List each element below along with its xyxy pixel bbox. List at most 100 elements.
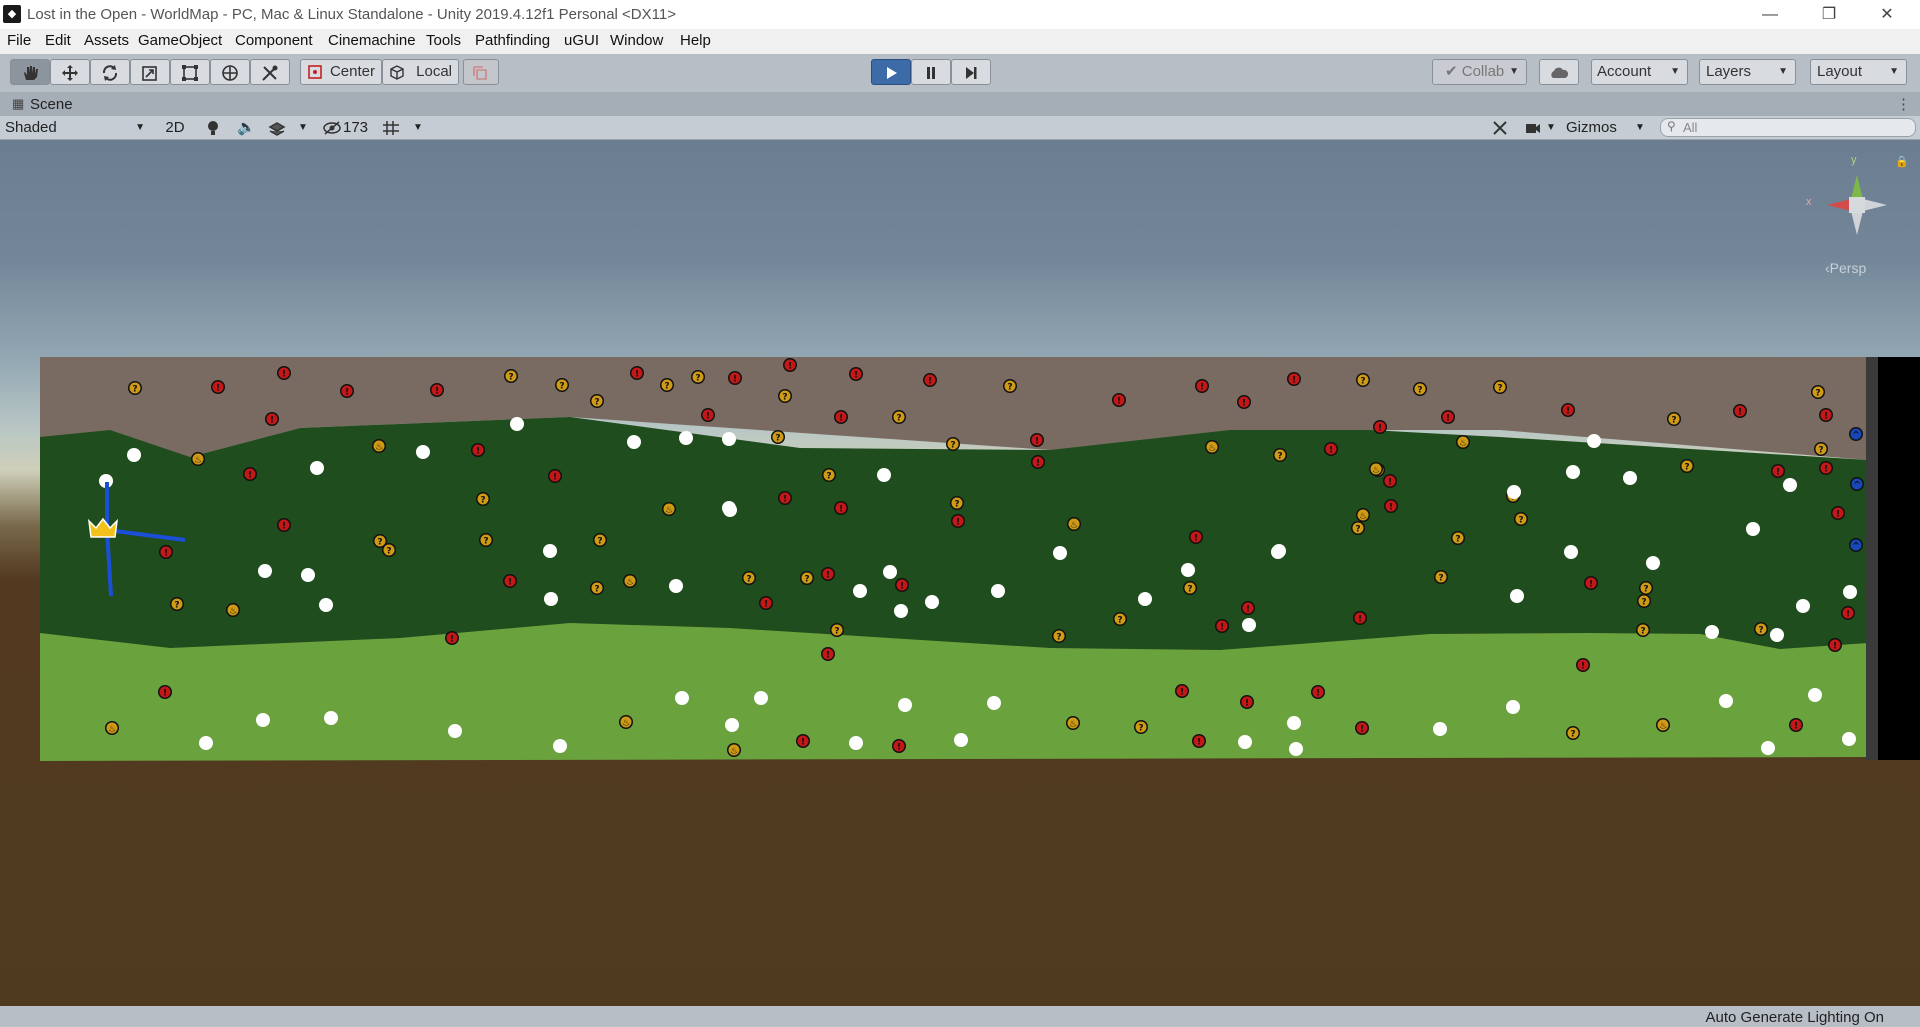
unknown-node[interactable]: ? [1637, 594, 1651, 608]
visited-node[interactable] [256, 713, 270, 727]
visited-node[interactable] [448, 724, 462, 738]
visited-node[interactable] [1433, 722, 1447, 736]
pivot-space-button[interactable]: Local [382, 59, 459, 85]
visited-node[interactable] [1506, 700, 1520, 714]
danger-node[interactable]: ! [1112, 393, 1126, 407]
visited-node[interactable] [1705, 625, 1719, 639]
visited-node[interactable] [849, 736, 863, 750]
visited-node[interactable] [1510, 589, 1524, 603]
danger-node[interactable]: ! [548, 469, 562, 483]
visited-node[interactable] [925, 595, 939, 609]
danger-node[interactable]: ! [1240, 695, 1254, 709]
danger-node[interactable]: ! [1215, 619, 1229, 633]
unknown-node[interactable]: ? [1003, 379, 1017, 393]
rotate-tool-button[interactable] [90, 59, 130, 85]
unknown-node[interactable]: ? [1754, 622, 1768, 636]
visited-node[interactable] [544, 592, 558, 606]
danger-node[interactable]: ! [1241, 601, 1255, 615]
unknown-node[interactable]: ? [1351, 521, 1365, 535]
danger-node[interactable]: ! [1733, 404, 1747, 418]
unknown-node[interactable]: ? [593, 533, 607, 547]
campfire-node[interactable]: ♨ [1369, 462, 1383, 476]
unknown-node[interactable]: ? [170, 597, 184, 611]
visited-node[interactable] [669, 579, 683, 593]
hidden-objects-icon[interactable] [322, 117, 342, 139]
danger-node[interactable]: ! [630, 366, 644, 380]
danger-node[interactable]: ! [1841, 606, 1855, 620]
unknown-node[interactable]: ? [660, 378, 674, 392]
danger-node[interactable]: ! [159, 545, 173, 559]
visited-node[interactable] [319, 598, 333, 612]
danger-node[interactable]: ! [1030, 433, 1044, 447]
danger-node[interactable]: ! [1789, 718, 1803, 732]
visited-node[interactable] [627, 435, 641, 449]
toggle-2d-button[interactable]: 2D [160, 117, 190, 139]
danger-node[interactable]: ! [471, 443, 485, 457]
campfire-node[interactable]: ♨ [1656, 718, 1670, 732]
unknown-node[interactable]: ? [590, 581, 604, 595]
visited-node[interactable] [1238, 735, 1252, 749]
danger-node[interactable]: ! [277, 518, 291, 532]
danger-node[interactable]: ! [1189, 530, 1203, 544]
campfire-node[interactable]: ♨ [105, 721, 119, 735]
visited-node[interactable] [1242, 618, 1256, 632]
unknown-node[interactable]: ? [1814, 442, 1828, 456]
danger-node[interactable]: ! [783, 358, 797, 372]
menu-file[interactable]: File [7, 32, 31, 49]
unknown-node[interactable]: ? [950, 496, 964, 510]
unknown-node[interactable]: ? [590, 394, 604, 408]
visited-node[interactable] [877, 468, 891, 482]
danger-node[interactable]: ! [1311, 685, 1325, 699]
lighting-toggle-icon[interactable] [206, 117, 220, 139]
unknown-node[interactable]: ? [822, 468, 836, 482]
visited-node[interactable] [510, 417, 524, 431]
campfire-node[interactable]: ♨ [727, 743, 741, 757]
campfire-node[interactable]: ♨ [1067, 517, 1081, 531]
unknown-node[interactable]: ? [892, 410, 906, 424]
danger-node[interactable]: ! [1584, 576, 1598, 590]
visited-node[interactable] [722, 432, 736, 446]
visited-node[interactable] [324, 711, 338, 725]
visited-node[interactable] [1796, 599, 1810, 613]
grid-toggle-icon[interactable] [381, 117, 401, 139]
danger-node[interactable]: ! [778, 491, 792, 505]
danger-node[interactable]: ! [243, 467, 257, 481]
danger-node[interactable]: ! [849, 367, 863, 381]
campfire-node[interactable]: ♨ [1066, 716, 1080, 730]
menu-edit[interactable]: Edit [45, 32, 71, 49]
unknown-node[interactable]: ? [1113, 612, 1127, 626]
shading-mode-dropdown[interactable]: Shaded ▼ [5, 117, 145, 139]
visited-node[interactable] [722, 501, 736, 515]
visited-node[interactable] [1843, 585, 1857, 599]
menu-ugui[interactable]: uGUI [564, 32, 599, 49]
hand-tool-button[interactable] [10, 59, 50, 85]
scale-tool-button[interactable] [130, 59, 170, 85]
menu-help[interactable]: Help [680, 32, 711, 49]
campfire-node[interactable]: ♨ [191, 452, 205, 466]
unknown-node[interactable]: ? [1667, 412, 1681, 426]
danger-node[interactable]: ! [728, 371, 742, 385]
campfire-node[interactable]: ♨ [1356, 508, 1370, 522]
visited-node[interactable] [1746, 522, 1760, 536]
visited-node[interactable] [1646, 556, 1660, 570]
danger-node[interactable]: ! [923, 373, 937, 387]
unknown-node[interactable]: ? [1434, 570, 1448, 584]
visited-node[interactable] [954, 733, 968, 747]
unknown-node[interactable]: ? [1639, 581, 1653, 595]
danger-node[interactable]: ! [1831, 506, 1845, 520]
danger-node[interactable]: ! [701, 408, 715, 422]
danger-node[interactable]: ! [1287, 372, 1301, 386]
gizmo-projection-label[interactable]: ‹Persp [1825, 260, 1866, 276]
danger-node[interactable]: ! [892, 739, 906, 753]
visited-node[interactable] [1783, 478, 1797, 492]
visited-node[interactable] [1181, 563, 1195, 577]
lock-icon[interactable]: 🔒 [1895, 155, 1909, 168]
visited-node[interactable] [553, 739, 567, 753]
play-button[interactable] [871, 59, 911, 85]
menu-component[interactable]: Component [235, 32, 313, 49]
danger-node[interactable]: ! [1819, 408, 1833, 422]
unknown-node[interactable]: ? [1493, 380, 1507, 394]
visited-node[interactable] [853, 584, 867, 598]
unknown-node[interactable]: ? [691, 370, 705, 384]
exit-node[interactable]: ^ [1850, 477, 1864, 491]
